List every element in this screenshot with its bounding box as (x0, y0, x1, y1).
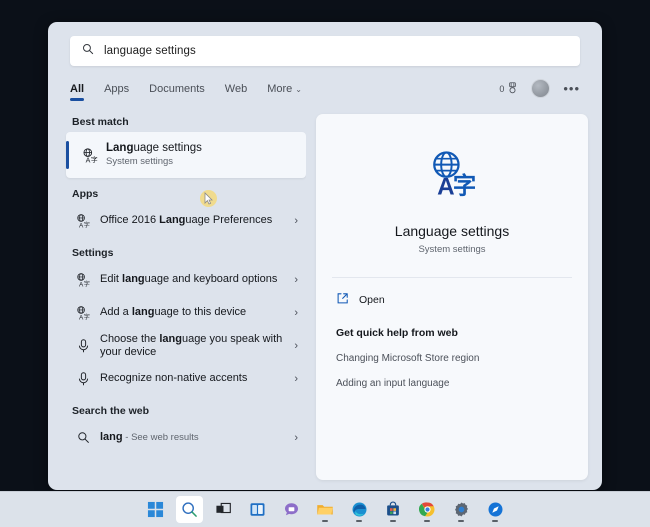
preview-title: Language settings (394, 223, 510, 239)
tab-documents[interactable]: Documents (149, 83, 205, 101)
search-button[interactable] (175, 496, 203, 523)
result-labels: Edit language and keyboard options (100, 273, 288, 286)
language-settings-icon: A 字 (72, 272, 94, 288)
language-settings-icon: A 字 (78, 147, 100, 164)
result-row-choose-speech-language[interactable]: Choose the language you speak with your … (66, 329, 306, 362)
chevron-right-icon: › (294, 431, 298, 444)
chevron-right-icon: › (294, 372, 298, 385)
tab-all[interactable]: All (70, 83, 85, 101)
section-header-apps: Apps (72, 188, 99, 200)
chevron-right-icon: › (294, 306, 298, 319)
result-row-add-a-language[interactable]: A 字 Add a language to this device › (66, 296, 306, 329)
result-row-office-language-preferences[interactable]: A 字 Office 2016 Language Preferences › (66, 204, 306, 237)
result-row-edit-language-keyboard[interactable]: A 字 Edit language and keyboard options › (66, 263, 306, 296)
rewards-medal-icon (507, 81, 518, 96)
result-row-web-search[interactable]: lang - See web results › (66, 421, 306, 454)
language-settings-icon: A 字 (72, 305, 94, 321)
results-and-preview: Best match A 字 Language settings System … (48, 104, 602, 490)
svg-text:A: A (437, 174, 455, 201)
result-subtitle: System settings (106, 156, 174, 167)
header-actions: 0 ••• (499, 79, 580, 104)
search-flyout-panel: language settings All Apps Documents Web… (48, 22, 602, 490)
svg-text:字: 字 (84, 220, 90, 228)
preview-subtitle: System settings (418, 244, 486, 255)
chevron-right-icon: › (294, 214, 298, 227)
task-view-button[interactable] (210, 496, 237, 523)
widgets-button[interactable] (244, 496, 271, 523)
chevron-down-icon: ⌄ (295, 84, 302, 94)
result-row-language-settings[interactable]: A 字 Language settings System settings (66, 132, 306, 178)
taskbar (0, 491, 650, 527)
result-labels: Language settings System settings (106, 142, 298, 168)
chrome-button[interactable] (414, 496, 441, 523)
account-avatar[interactable] (531, 79, 551, 98)
search-query-text: language settings (104, 45, 196, 57)
help-link-input-language[interactable]: Adding an input language (336, 378, 568, 389)
tab-apps[interactable]: Apps (104, 83, 129, 101)
chat-button[interactable] (278, 496, 305, 523)
result-labels: Choose the language you speak with your … (100, 333, 288, 359)
chevron-right-icon: › (294, 273, 298, 286)
result-labels: Add a language to this device (100, 306, 288, 319)
search-icon (82, 42, 94, 60)
filter-tab-strip: All Apps Documents Web More ⌄ 0 ••• (48, 66, 602, 104)
chevron-right-icon: › (294, 339, 298, 352)
open-label: Open (359, 294, 385, 306)
search-icon (72, 431, 94, 444)
svg-text:字: 字 (90, 154, 97, 163)
settings-button[interactable] (448, 496, 475, 523)
start-button[interactable] (142, 496, 169, 523)
svg-text:A: A (85, 156, 90, 164)
search-input[interactable]: language settings (70, 36, 580, 66)
results-list: Best match A 字 Language settings System … (62, 114, 306, 480)
result-title: Edit language and keyboard options (100, 273, 278, 285)
language-settings-large-icon: A 字 (424, 146, 480, 207)
preview-actions: Open Get quick help from web Changing Mi… (332, 278, 572, 389)
edge-button[interactable] (346, 496, 373, 523)
microsoft-store-button[interactable] (380, 496, 407, 523)
browser-compass-button[interactable] (482, 496, 509, 523)
filter-tabs: All Apps Documents Web More ⌄ (70, 83, 302, 101)
quick-help-heading: Get quick help from web (336, 327, 458, 339)
result-title: lang - See web results (100, 431, 199, 443)
language-preferences-icon: A 字 (72, 213, 94, 229)
result-title: Office 2016 Language Preferences (100, 214, 273, 226)
rewards-button[interactable]: 0 (499, 81, 518, 96)
section-header-search-the-web: Search the web (72, 405, 150, 417)
microphone-icon (72, 338, 94, 354)
open-button[interactable]: Open (336, 292, 568, 308)
result-labels: Office 2016 Language Preferences (100, 214, 288, 227)
search-box-container: language settings (48, 22, 602, 66)
result-labels: lang - See web results (100, 431, 288, 444)
preview-pane: A 字 Language settings System settings Op… (316, 114, 588, 480)
result-title: Choose the language you speak with your … (100, 332, 283, 358)
external-link-icon (336, 292, 349, 308)
tab-web[interactable]: Web (225, 83, 247, 101)
result-labels: Recognize non-native accents (100, 372, 288, 385)
section-header-settings: Settings (72, 247, 114, 259)
more-options-button[interactable]: ••• (563, 82, 580, 95)
result-title: Language settings (106, 142, 202, 154)
file-explorer-button[interactable] (312, 496, 339, 523)
svg-text:字: 字 (84, 312, 90, 320)
tab-more[interactable]: More ⌄ (267, 83, 302, 101)
svg-text:字: 字 (453, 172, 476, 200)
help-link-store-region[interactable]: Changing Microsoft Store region (336, 353, 568, 364)
result-title: Recognize non-native accents (100, 372, 248, 384)
result-row-recognize-accents[interactable]: Recognize non-native accents › (66, 362, 306, 395)
section-header-best-match: Best match (72, 116, 129, 128)
rewards-count: 0 (499, 83, 505, 94)
svg-text:字: 字 (84, 279, 90, 287)
result-title: Add a language to this device (100, 306, 247, 318)
microphone-icon (72, 371, 94, 387)
